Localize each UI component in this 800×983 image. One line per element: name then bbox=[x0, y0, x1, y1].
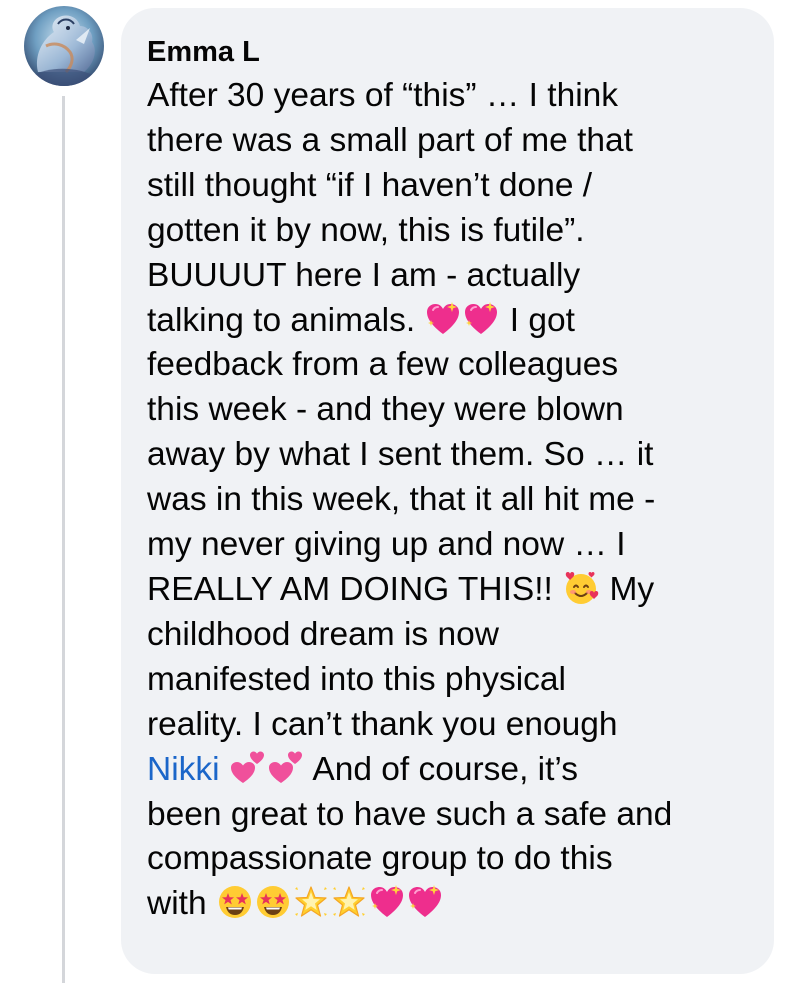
sparkling-heart-emoji bbox=[407, 884, 443, 920]
comment-line: compassionate group to do this bbox=[147, 840, 613, 878]
comment-line: this week - and they were blown bbox=[147, 391, 624, 429]
avatar[interactable] bbox=[24, 6, 104, 86]
comment-line: away by what I sent them. So … it bbox=[147, 436, 654, 474]
star-struck-emoji bbox=[217, 884, 253, 920]
reply-thread-line bbox=[62, 96, 65, 983]
comment-line: talking to animals. I got bbox=[147, 301, 575, 339]
comment-line: BUUUUT here I am - actually bbox=[147, 256, 581, 294]
comment-author-name[interactable]: Emma L bbox=[147, 34, 748, 70]
comment-line: there was a small part of me that bbox=[147, 121, 633, 159]
comment-line: childhood dream is now bbox=[147, 615, 499, 653]
comment-line: After 30 years of “this” … I think bbox=[147, 77, 619, 114]
comment-line: feedback from a few colleagues bbox=[147, 346, 619, 384]
sparkling-heart-emoji bbox=[425, 301, 461, 337]
glowing-star-emoji bbox=[331, 884, 367, 920]
comment-line: REALLY AM DOING THIS!! My bbox=[147, 570, 655, 608]
comment-line: was in this week, that it all hit me - bbox=[147, 481, 656, 519]
dragon-avatar-icon bbox=[24, 6, 104, 86]
comment-line: been great to have such a safe and bbox=[147, 795, 673, 833]
comment-line: my never giving up and now … I bbox=[147, 526, 626, 564]
comment-line: with bbox=[147, 882, 748, 927]
two-hearts-emoji bbox=[268, 750, 304, 786]
sparkling-heart-emoji bbox=[369, 884, 405, 920]
smiling-face-with-hearts-emoji bbox=[563, 570, 599, 606]
sparkling-heart-emoji bbox=[463, 301, 499, 337]
comment-bubble: Emma L After 30 years of “this” … I thin… bbox=[121, 8, 774, 974]
glowing-star-emoji bbox=[293, 884, 329, 920]
star-struck-emoji bbox=[255, 884, 291, 920]
comment-body: After 30 years of “this” … I think there… bbox=[147, 74, 748, 927]
comment-line: still thought “if I haven’t done / bbox=[147, 166, 593, 204]
comment-line: manifested into this physical bbox=[147, 660, 566, 698]
comment-line: Nikki And of course, it’s bbox=[147, 750, 579, 788]
comment-line: reality. I can’t thank you enough bbox=[147, 705, 618, 743]
comment-screen: Emma L After 30 years of “this” … I thin… bbox=[0, 0, 800, 983]
comment-line: gotten it by now, this is futile”. bbox=[147, 211, 585, 249]
mention-link[interactable]: Nikki bbox=[147, 751, 220, 788]
two-hearts-emoji bbox=[230, 750, 266, 786]
